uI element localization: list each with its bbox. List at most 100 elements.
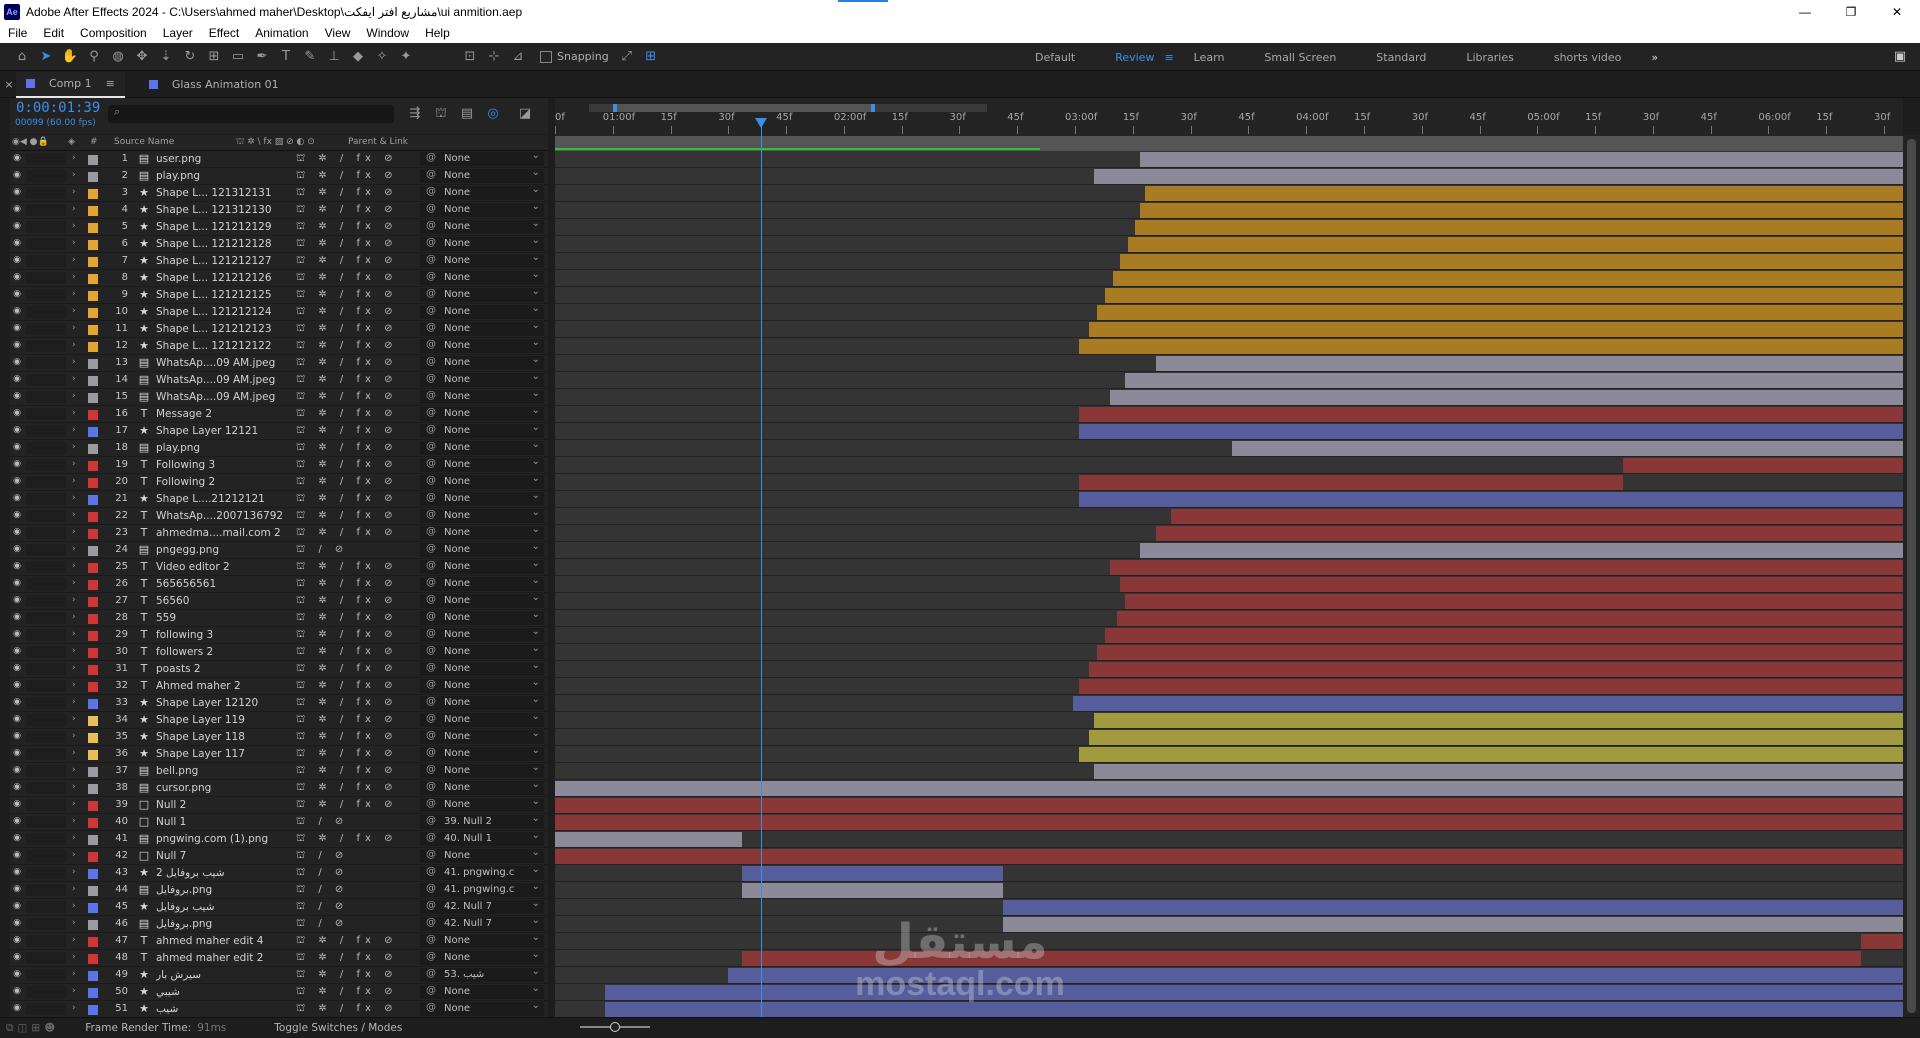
snapping-toggle[interactable]: Snapping <box>540 50 609 63</box>
label-color-swatch[interactable] <box>88 189 98 199</box>
workspace-review[interactable]: Review <box>1115 51 1154 64</box>
layer-row[interactable]: ◉ › 50 ★ شيبي⛫ ✲ / fx ⊘ None <box>10 983 548 1001</box>
layer-row[interactable]: ◉ › 44 ▤ بروفايل.png⛫ / ⊘ 41. pngwing.c <box>10 881 548 899</box>
expand-chevron-icon[interactable]: › <box>72 918 76 928</box>
visibility-eye-icon[interactable]: ◉ <box>11 374 23 384</box>
minimize-button[interactable]: — <box>1782 0 1828 23</box>
av-switch-cells[interactable] <box>26 323 66 335</box>
clone-stamp-icon[interactable]: ⊥ <box>322 46 346 68</box>
visibility-eye-icon[interactable]: ◉ <box>11 153 23 163</box>
label-color-swatch[interactable] <box>88 444 98 454</box>
layer-duration-bar[interactable] <box>1171 509 1903 524</box>
workspace-default[interactable]: Default <box>1035 51 1075 64</box>
av-switch-cells[interactable] <box>26 493 66 505</box>
label-color-swatch[interactable] <box>88 835 98 845</box>
layer-row[interactable]: ◉ › 5 ★ Shape L... 121212129⛫ ✲ / fx ⊘ None <box>10 218 548 236</box>
layer-row[interactable]: ◉ › 40 □ Null 1⛫ / ⊘ 39. Null 2 <box>10 813 548 831</box>
layer-row[interactable]: ◉ › 20 T Following 2⛫ ✲ / fx ⊘ None <box>10 473 548 491</box>
parent-link-dropdown[interactable]: None <box>420 252 544 268</box>
layer-switches[interactable]: ⛫ ✲ / fx ⊘ <box>296 204 397 217</box>
layer-row[interactable]: ◉ › 42 □ Null 7⛫ / ⊘ None <box>10 847 548 865</box>
expand-chevron-icon[interactable]: › <box>72 816 76 826</box>
layer-name[interactable]: ahmedma....mail.com 2 <box>156 527 296 539</box>
label-color-swatch[interactable] <box>88 529 98 539</box>
label-color-swatch[interactable] <box>88 240 98 250</box>
label-color-swatch[interactable] <box>88 869 98 879</box>
layer-row[interactable]: ◉ › 7 ★ Shape L... 121212127⛫ ✲ / fx ⊘ None <box>10 252 548 270</box>
layer-name[interactable]: Shape L... 121212129 <box>156 221 296 233</box>
parent-link-dropdown[interactable]: None <box>420 983 544 999</box>
expand-chevron-icon[interactable]: › <box>72 952 76 962</box>
layer-switches[interactable]: ⛫ ✲ / fx ⊘ <box>296 391 397 404</box>
visibility-eye-icon[interactable]: ◉ <box>11 595 23 605</box>
parent-link-dropdown[interactable]: None <box>420 151 544 166</box>
draft-3d-icon[interactable]: ⛫ <box>428 106 454 123</box>
parent-link-dropdown[interactable]: None <box>420 201 544 217</box>
panel-layout-icon[interactable]: ▣ <box>1888 46 1912 68</box>
layer-duration-bar[interactable] <box>1110 390 1903 405</box>
visibility-eye-icon[interactable]: ◉ <box>11 544 23 554</box>
layer-name[interactable]: Shape Layer 12121 <box>156 425 296 437</box>
av-switch-cells[interactable] <box>26 442 66 454</box>
layer-switches[interactable]: ⛫ ✲ / fx ⊘ <box>296 153 397 166</box>
render-icon-4[interactable]: ☻ <box>44 1022 55 1034</box>
layer-row[interactable]: ◉ › 48 Tahmed maher edit 2⛫ ✲ / fx ⊘ None <box>10 949 548 967</box>
layer-row[interactable]: ◉ › 3 ★ Shape L... 121312131⛫ ✲ / fx ⊘ None <box>10 184 548 202</box>
zoom-tool-icon[interactable]: ⚲ <box>82 46 106 68</box>
expand-chevron-icon[interactable]: › <box>72 697 76 707</box>
parent-link-dropdown[interactable]: None <box>420 745 544 761</box>
parent-link-dropdown[interactable]: None <box>420 490 544 506</box>
visibility-eye-icon[interactable]: ◉ <box>11 425 23 435</box>
visibility-eye-icon[interactable]: ◉ <box>11 493 23 503</box>
layer-row[interactable]: ◉ › 34 ★ Shape Layer 119⛫ ✲ / fx ⊘ None <box>10 711 548 729</box>
layer-duration-bar[interactable] <box>1119 577 1903 592</box>
layer-duration-bar[interactable] <box>1861 934 1903 949</box>
workspace-overflow-icon[interactable]: » <box>1651 51 1658 64</box>
label-color-swatch[interactable] <box>88 920 98 930</box>
label-color-swatch[interactable] <box>88 886 98 896</box>
tab-comp-1[interactable]: Comp 1 ≡ <box>16 71 125 98</box>
av-switch-cells[interactable] <box>26 680 66 692</box>
label-color-swatch[interactable] <box>88 988 98 998</box>
tab-glass-animation[interactable]: Glass Animation 01 <box>139 72 289 98</box>
parent-link-dropdown[interactable]: None <box>420 626 544 642</box>
layer-name[interactable]: شيبي <box>156 986 296 998</box>
label-color-swatch[interactable] <box>88 155 98 165</box>
layer-switches[interactable]: ⛫ / ⊘ <box>296 544 348 557</box>
expand-chevron-icon[interactable]: › <box>72 850 76 860</box>
pen-tool-icon[interactable]: ✒ <box>250 46 274 68</box>
expand-chevron-icon[interactable]: › <box>72 986 76 996</box>
layer-switches[interactable]: ⛫ ✲ / fx ⊘ <box>296 561 397 574</box>
av-switch-cells[interactable] <box>26 748 66 760</box>
parent-link-dropdown[interactable]: None <box>420 371 544 387</box>
visibility-eye-icon[interactable]: ◉ <box>11 340 23 350</box>
expand-chevron-icon[interactable]: › <box>72 867 76 877</box>
layer-switches[interactable]: ⛫ ✲ / fx ⊘ <box>296 255 397 268</box>
layer-name[interactable]: Null 2 <box>156 799 296 811</box>
layer-switches[interactable]: ⛫ ✲ / fx ⊘ <box>296 782 397 795</box>
visibility-eye-icon[interactable]: ◉ <box>11 646 23 656</box>
layer-duration-bar[interactable] <box>1088 730 1903 745</box>
render-icon-3[interactable]: ⊞ <box>31 1022 40 1034</box>
parent-link-dropdown[interactable]: None <box>420 1000 544 1016</box>
parent-link-dropdown[interactable]: None <box>420 507 544 523</box>
layer-row[interactable]: ◉ › 46 ▤ بروفايل.png⛫ / ⊘ 42. Null 7 <box>10 915 548 933</box>
layer-switches[interactable]: ⛫ / ⊘ <box>296 867 348 880</box>
parent-link-dropdown[interactable]: None <box>420 762 544 778</box>
expand-chevron-icon[interactable]: › <box>72 714 76 724</box>
menu-window[interactable]: Window <box>358 26 417 40</box>
layer-name[interactable]: pngwing.com (1).png <box>156 833 296 845</box>
roto-brush-icon[interactable]: ✧ <box>370 46 394 68</box>
layer-name[interactable]: Shape L... 121312131 <box>156 187 296 199</box>
layer-switches[interactable]: ⛫ ✲ / fx ⊘ <box>296 221 397 234</box>
layer-row[interactable]: ◉ › 25 T Video editor 2⛫ ✲ / fx ⊘ None <box>10 558 548 576</box>
parent-link-dropdown[interactable]: None <box>420 677 544 693</box>
visibility-eye-icon[interactable]: ◉ <box>11 170 23 180</box>
snapping-checkbox[interactable] <box>540 50 552 63</box>
layer-name[interactable]: Video editor 2 <box>156 561 296 573</box>
layer-row[interactable]: ◉ › 21 ★ Shape L....21212121⛫ ✲ / fx ⊘ None <box>10 490 548 508</box>
label-color-swatch[interactable] <box>88 223 98 233</box>
layer-name[interactable]: WhatsAp....09 AM.jpeg <box>156 374 296 386</box>
visibility-eye-icon[interactable]: ◉ <box>11 357 23 367</box>
layer-row[interactable]: ◉ › 51 ★ شيب⛫ ✲ / fx ⊘ None <box>10 1000 548 1017</box>
